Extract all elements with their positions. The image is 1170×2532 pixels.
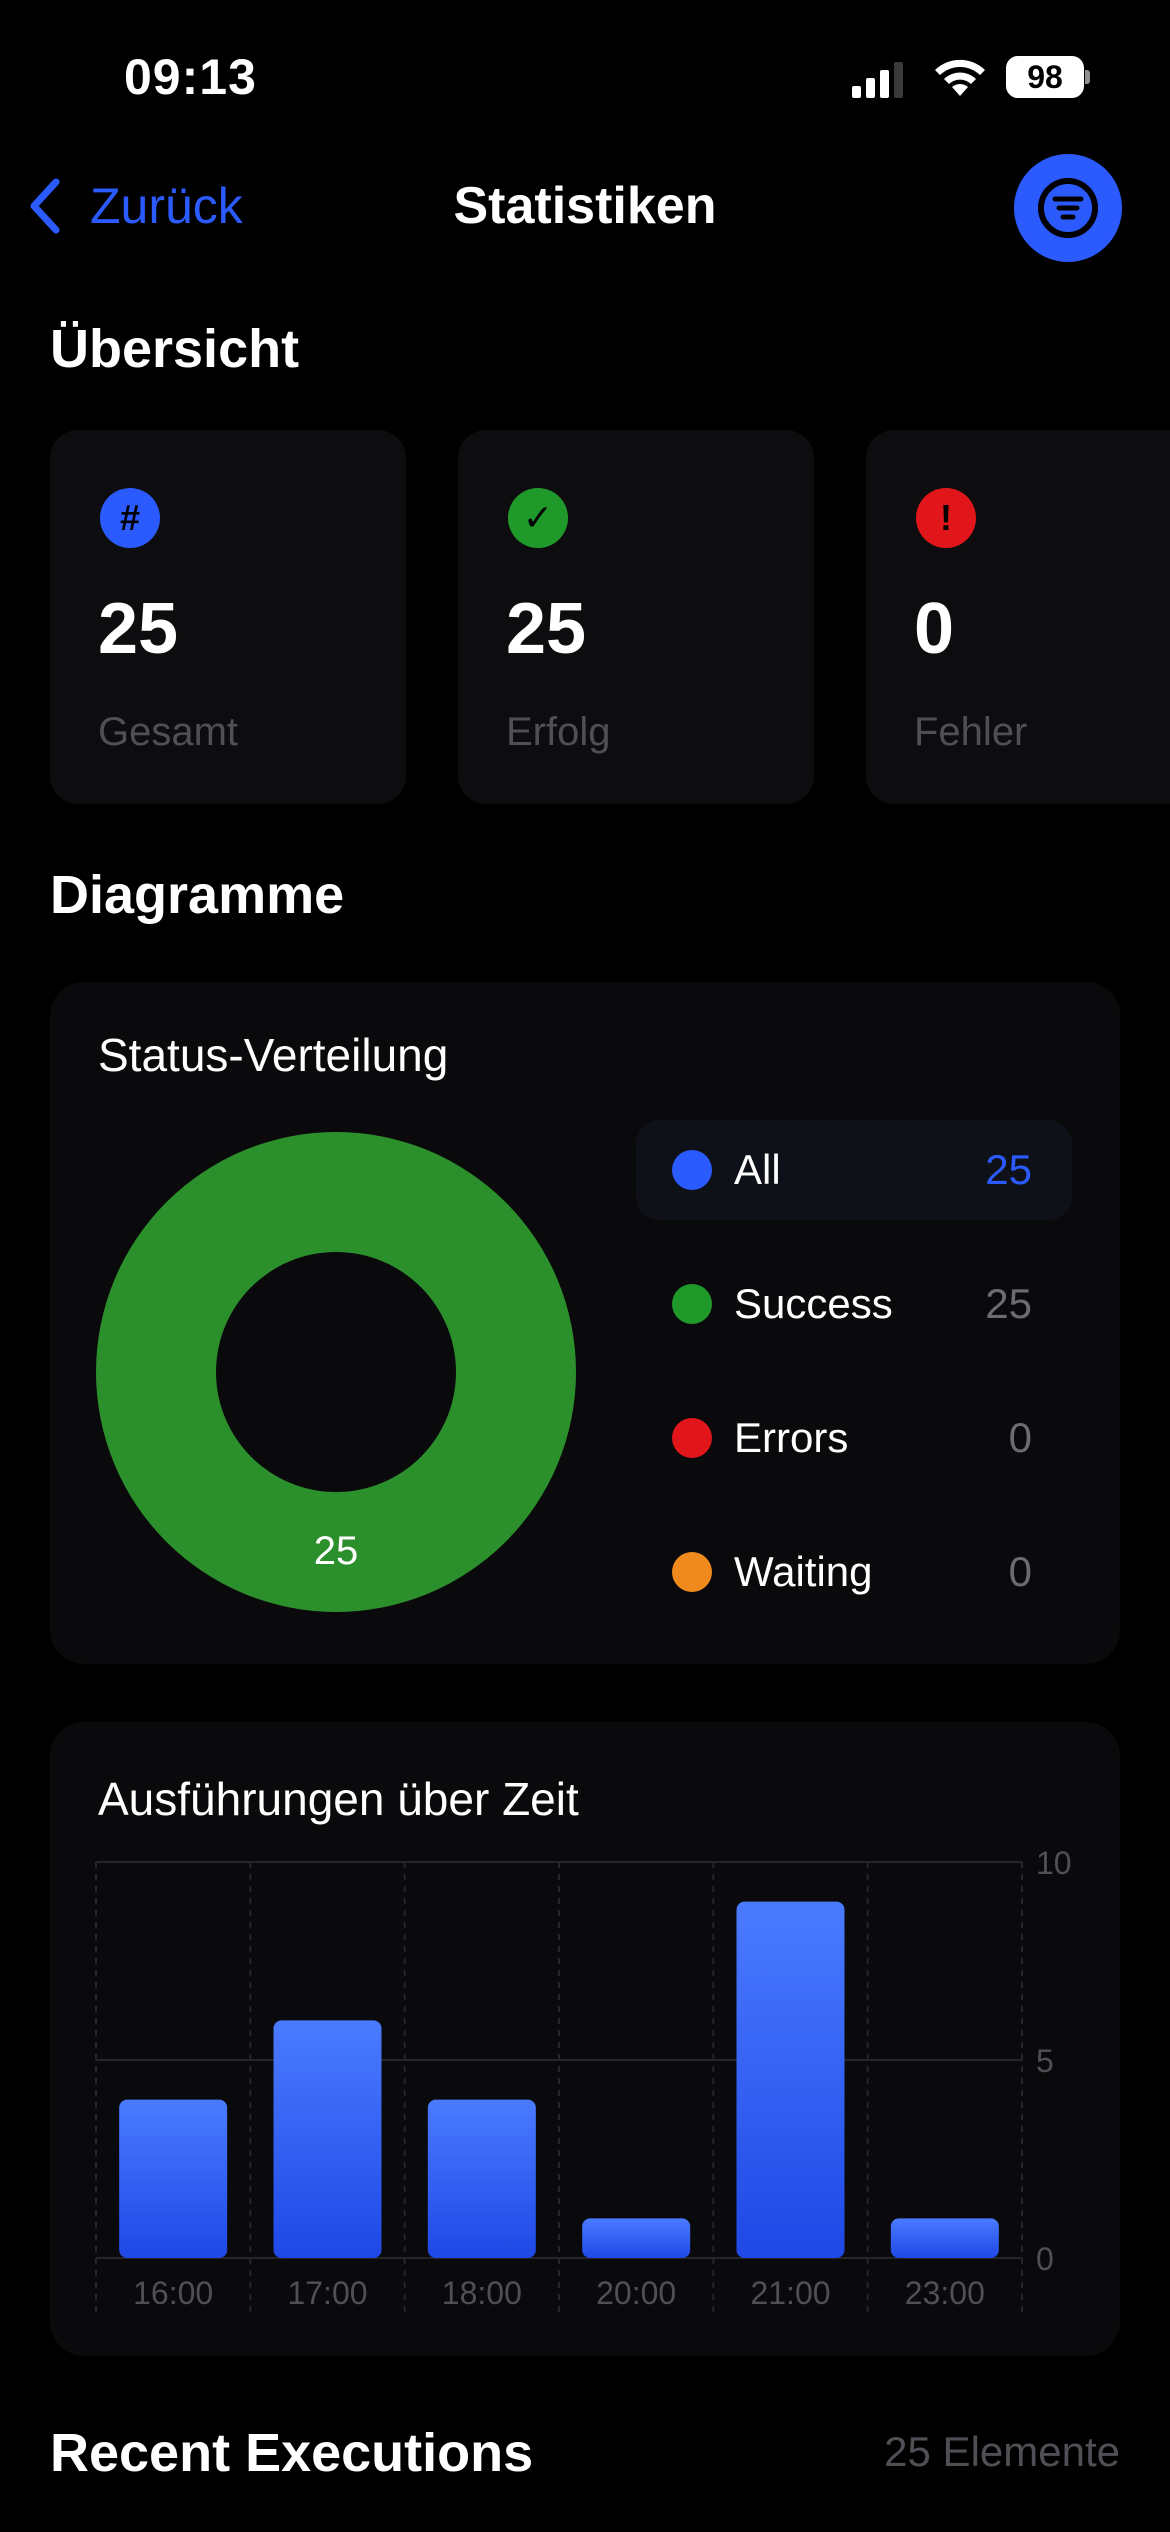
- total-value: 25: [98, 589, 179, 669]
- filter-button[interactable]: [1014, 154, 1122, 262]
- legend-item-errors[interactable]: Errors 0: [636, 1388, 1072, 1488]
- recent-heading: Recent Executions: [50, 2423, 534, 2483]
- legend-label-all: All: [734, 1146, 781, 1193]
- legend-count-errors: 0: [1008, 1414, 1032, 1461]
- bar-20:00: [582, 2218, 691, 2258]
- success-card[interactable]: ✓ 25 Erfolg: [458, 430, 814, 804]
- x-tick-label: 16:00: [133, 2275, 213, 2311]
- legend-item-success[interactable]: Success 25: [636, 1254, 1072, 1354]
- bar-23:00: [890, 2218, 999, 2258]
- back-label: Zurück: [90, 178, 243, 234]
- chevron-left-icon: [30, 178, 60, 234]
- checkmark-icon: ✓: [508, 488, 568, 548]
- executions-bar-chart: 0 5 10 16:00 17:00 18:00 20:00 21:00 23:00: [95, 1845, 1072, 2312]
- legend-label-success: Success: [734, 1280, 893, 1327]
- bar-21:00: [736, 1901, 845, 2258]
- wifi-icon: [935, 59, 985, 96]
- legend-count-waiting: 0: [1008, 1548, 1032, 1595]
- total-label: Gesamt: [98, 710, 239, 754]
- x-tick-label: 23:00: [905, 2275, 985, 2311]
- back-button[interactable]: Zurück: [26, 176, 243, 236]
- error-label: Fehler: [914, 710, 1028, 754]
- battery-icon: 98: [1006, 56, 1090, 98]
- donut-center-label: 25: [314, 1529, 359, 1573]
- recent-count: 25 Elemente: [884, 2428, 1120, 2475]
- success-label: Erfolg: [506, 710, 611, 754]
- status-panel-title: Status-Verteilung: [98, 1029, 449, 1081]
- success-value: 25: [506, 589, 587, 669]
- x-tick-label: 21:00: [750, 2275, 830, 2311]
- waiting-dot: [672, 1552, 712, 1592]
- executions-time-panel: Ausführungen über Zeit 0 5 10 16:00 17:00 18:…: [50, 1722, 1120, 2356]
- legend-item-waiting[interactable]: Waiting 0: [636, 1522, 1072, 1622]
- legend-item-all[interactable]: All 25: [636, 1120, 1072, 1220]
- status-time: 09:13: [124, 49, 257, 105]
- x-tick-label: 20:00: [596, 2275, 676, 2311]
- overview-cards: # 25 Gesamt ✓ 25 Erfolg ! 0 Fehler: [50, 430, 1170, 804]
- status-bar: 09:13 98: [0, 0, 1170, 150]
- hash-icon: #: [100, 488, 160, 548]
- status-distribution-panel: Status-Verteilung 25 All 25 Success 25 E…: [50, 982, 1120, 1664]
- error-card[interactable]: ! 0 Fehler: [866, 430, 1170, 804]
- overview-heading: Übersicht: [50, 319, 300, 379]
- error-value: 0: [914, 589, 955, 669]
- y-tick-label: 5: [1036, 2043, 1054, 2079]
- battery-level: 98: [1006, 56, 1084, 98]
- success-dot: [672, 1284, 712, 1324]
- legend-count-all: 25: [985, 1146, 1032, 1193]
- filter-icon: [1038, 178, 1098, 238]
- legend-label-errors: Errors: [734, 1414, 849, 1461]
- errors-dot: [672, 1418, 712, 1458]
- y-tick-label: 10: [1036, 1845, 1072, 1881]
- bar-17:00: [273, 2020, 382, 2258]
- bar-18:00: [427, 2099, 536, 2258]
- y-tick-label: 0: [1036, 2241, 1054, 2277]
- exclamation-icon: !: [916, 488, 976, 548]
- x-tick-label: 17:00: [287, 2275, 367, 2311]
- bar-16:00: [119, 2099, 228, 2258]
- x-tick-label: 18:00: [442, 2275, 522, 2311]
- all-dot: [672, 1150, 712, 1190]
- legend-label-waiting: Waiting: [734, 1548, 873, 1595]
- cellular-signal-icon: [852, 62, 903, 98]
- charts-heading: Diagramme: [50, 865, 345, 925]
- legend-count-success: 25: [985, 1280, 1032, 1327]
- total-card[interactable]: # 25 Gesamt: [50, 430, 406, 804]
- status-donut-chart: 25: [96, 1132, 576, 1612]
